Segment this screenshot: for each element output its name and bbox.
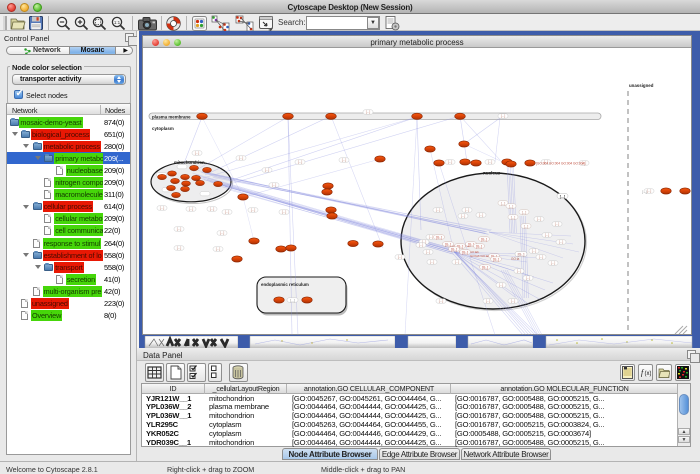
svg-text:[...]: [...] (545, 233, 550, 237)
svg-text:[...]: [...] (488, 160, 493, 164)
svg-text:[...]: [...] (177, 227, 182, 231)
svg-text:[...]: [...] (465, 208, 470, 212)
svg-text:[...]: [...] (282, 210, 287, 214)
svg-text:nucleus: nucleus (483, 171, 501, 176)
svg-text:[...]: [...] (239, 156, 244, 160)
svg-text:[...]: [...] (342, 158, 347, 162)
svg-text:[...]: [...] (366, 110, 371, 114)
svg-text:[...]: [...] (532, 249, 537, 253)
svg-text:cytoplasm: cytoplasm (152, 126, 174, 131)
svg-text:unassigned: unassigned (629, 83, 654, 88)
svg-text:[...]: [...] (501, 201, 506, 205)
svg-text:plasma membrane: plasma membrane (152, 114, 191, 119)
svg-text:[...]: [...] (522, 210, 527, 214)
svg-text:[...]: [...] (647, 189, 652, 193)
svg-text:[...]: [...] (220, 231, 225, 235)
svg-text:[...]: [...] (398, 255, 403, 259)
svg-text:[...]: [...] (189, 207, 194, 211)
svg-text:[...]: [...] (559, 240, 564, 244)
svg-text:[...]: [...] (486, 299, 491, 303)
svg-text:[...]: [...] (195, 151, 200, 155)
svg-text:[...]: [...] (499, 283, 504, 287)
svg-text:[...]: [...] (225, 210, 230, 214)
svg-text:[G..]: [G..] (476, 244, 482, 248)
svg-text:[...]: [...] (642, 190, 647, 194)
svg-text:[G..]: [G..] (468, 242, 474, 246)
svg-text:[...]: [...] (461, 214, 466, 218)
svg-text:endoplasmic reticulum: endoplasmic reticulum (261, 282, 309, 287)
svg-text:[...]: [...] (429, 235, 434, 239)
svg-text:[...]: [...] (160, 206, 165, 210)
svg-text:[G..]: [G..] (481, 237, 487, 241)
svg-text:[...]: [...] (501, 114, 506, 118)
svg-text:[...]: [...] (426, 250, 431, 254)
svg-text:[...]: [...] (298, 160, 303, 164)
svg-text:[G..]: [G..] (445, 242, 451, 246)
svg-text:[...]: [...] (430, 260, 435, 264)
svg-text:[G..]: [G..] (493, 257, 499, 261)
svg-text:[...]: [...] (448, 160, 453, 164)
svg-text:[G..]: [G..] (518, 253, 525, 257)
svg-text:[...]: [...] (511, 299, 516, 303)
svg-text:[...]: [...] (524, 224, 529, 228)
svg-text:[GO:004 GO:004 GO:004 GO:004]: [GO:004 GO:004 GO:004 GO:004] (536, 162, 585, 166)
svg-text:1:1: 1:1 (114, 20, 121, 25)
svg-text:[...]: [...] (251, 208, 256, 212)
svg-text:mitochondrion: mitochondrion (174, 160, 205, 165)
svg-text:GO:la: GO:la (511, 257, 520, 261)
svg-text:[...]: [...] (216, 247, 221, 251)
svg-text:[...]: [...] (511, 215, 516, 219)
svg-text:[...]: [...] (539, 255, 544, 259)
svg-text:[...]: [...] (526, 276, 531, 280)
svg-text:[...]: [...] (455, 260, 460, 264)
svg-text:[...]: [...] (272, 183, 277, 187)
svg-text:[...]: [...] (551, 261, 556, 265)
svg-text:(x): (x) (645, 371, 652, 377)
svg-text:[G..]: [G..] (451, 247, 457, 251)
svg-text:[...]: [...] (290, 298, 295, 302)
svg-text:[...]: [...] (265, 168, 270, 172)
svg-text:[...]: [...] (517, 269, 522, 273)
svg-text:[...]: [...] (560, 195, 565, 199)
svg-text:[...]: [...] (210, 207, 215, 211)
svg-text:[...]: [...] (509, 204, 514, 208)
svg-text:[G..]: [G..] (462, 250, 468, 254)
svg-text:[...]: [...] (436, 208, 441, 212)
svg-text:[...]: [...] (177, 246, 182, 250)
svg-text:[...]: [...] (419, 243, 424, 247)
svg-text:[...]: [...] (479, 213, 484, 217)
svg-text:[...]: [...] (439, 299, 444, 303)
svg-text:[G..]: [G..] (482, 265, 488, 269)
svg-text:[...]: [...] (537, 217, 542, 221)
svg-text:GO:lab GO:lab: GO:lab GO:lab (470, 254, 490, 258)
svg-text:[G..]: [G..] (436, 235, 442, 239)
svg-text:[...]: [...] (555, 222, 560, 226)
